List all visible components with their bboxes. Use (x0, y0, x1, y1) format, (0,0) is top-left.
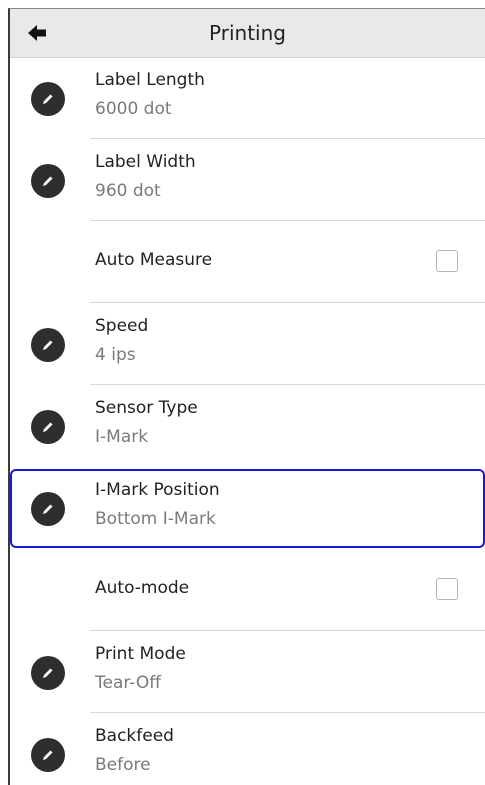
setting-row-print-mode[interactable]: Print Mode Tear-Off (10, 631, 485, 713)
setting-label: Auto-mode (95, 578, 190, 598)
setting-row-label-length[interactable]: Label Length 6000 dot (10, 57, 485, 139)
setting-row-i-mark-position[interactable]: I-Mark Position Bottom I-Mark (10, 467, 485, 549)
pencil-icon (31, 164, 65, 198)
setting-row-speed[interactable]: Speed 4 ips (10, 303, 485, 385)
setting-label: I-Mark Position (95, 480, 220, 500)
setting-row-auto-mode[interactable]: Auto-mode (10, 549, 485, 631)
pencil-icon (31, 410, 65, 444)
page-title: Printing (209, 21, 286, 45)
setting-value: 6000 dot (95, 99, 172, 119)
header-bar: Printing (10, 9, 485, 58)
setting-label: Auto Measure (95, 250, 213, 270)
pencil-icon (31, 82, 65, 116)
setting-row-backfeed[interactable]: Backfeed Before (10, 713, 485, 785)
setting-value: I-Mark (95, 427, 149, 447)
setting-value: Before (95, 755, 151, 775)
setting-label: Speed (95, 316, 149, 336)
selection-highlight (10, 469, 485, 548)
setting-label: Label Width (95, 152, 196, 172)
auto-measure-checkbox[interactable] (436, 250, 458, 272)
pencil-icon (31, 492, 65, 526)
setting-value: Tear-Off (95, 673, 161, 693)
setting-value: 960 dot (95, 181, 161, 201)
setting-value: Bottom I-Mark (95, 509, 216, 529)
setting-label: Print Mode (95, 644, 186, 664)
pencil-icon (31, 738, 65, 772)
printing-settings-screen: Printing Label Length 6000 dot Label Wid… (8, 8, 485, 785)
setting-row-auto-measure[interactable]: Auto Measure (10, 221, 485, 303)
setting-label: Label Length (95, 70, 205, 90)
auto-mode-checkbox[interactable] (436, 578, 458, 600)
pencil-icon (31, 656, 65, 690)
setting-label: Backfeed (95, 726, 174, 746)
setting-label: Sensor Type (95, 398, 198, 418)
setting-value: 4 ips (95, 345, 136, 365)
setting-row-label-width[interactable]: Label Width 960 dot (10, 139, 485, 221)
pencil-icon (31, 328, 65, 362)
setting-row-sensor-type[interactable]: Sensor Type I-Mark (10, 385, 485, 467)
